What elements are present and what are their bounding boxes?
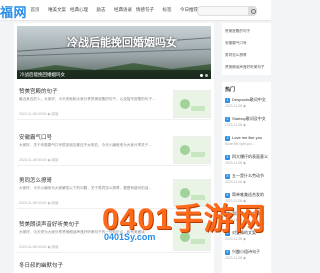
rank-badge: 4 [225,155,230,160]
hot-title[interactable]: 五一是什么劳动节 [232,173,264,178]
hot-meta: 2023-11-08 ◉ [225,256,246,260]
divider [17,165,211,166]
search-icon[interactable] [248,6,257,16]
divider [17,252,211,253]
site-logo[interactable]: 福网 [0,2,27,21]
hot-item[interactable]: 4 四大爆仔的表面意义 [225,154,268,160]
article-title[interactable]: 赞美朗读声音好听美句子 [19,220,80,228]
article-title[interactable]: 赞美宫殿的句子 [19,87,58,95]
article-thumbnail[interactable] [173,90,211,118]
hot-item[interactable]: 3 Love me like you [225,135,262,141]
divider [17,119,211,120]
nav-item[interactable]: 首页 [24,7,46,13]
article-title[interactable]: 安徽霸气口号 [19,133,52,141]
article-summary: 大家好，关于安徽霸气口号很多朋友都还不太明白，今天小编就来为大家分享关于... [19,143,152,147]
hot-item[interactable]: 2 Starboy歌词及中文 [225,116,266,122]
hot-meta: 2023-11-08 ◉ [225,104,246,108]
banner-caption-bar: 冷战后能挽回婚姻吗女 [17,70,211,79]
nav-item[interactable]: 经典语录 [112,7,134,13]
nav-item[interactable]: 励志 [90,7,112,13]
banner-title: 冷战后能挽回婚姻吗女 [67,37,177,49]
watermark-url: 0401Sy.com [104,232,156,242]
article-title[interactable]: 男同怎么撩哥 [19,176,52,184]
hot-item[interactable]: 5 五一是什么劳动节 [225,173,264,179]
rank-badge: 5 [225,174,230,179]
sidebar-links: 赞美宫殿的句子 安徽霸气口号 男同怎么撩哥 赞美朗读声音好听美句子 [222,23,271,75]
nav-item[interactable]: 唯美文案 [46,7,68,13]
hot-item[interactable]: 1 Despacito歌词中文 [225,97,266,103]
hot-meta: Stole the light you... [225,142,255,146]
rank-badge: 9 [225,250,230,255]
article-thumbnail[interactable] [173,136,211,164]
main-nav: 首页 唯美文案 经典心理 励志 经典语录 情感句子 标签 今日推荐 [24,7,200,13]
article-meta: 2023-11-08 00:00 ◉ 阅读 [19,112,59,116]
rank-badge: 2 [225,117,230,122]
slider-dot[interactable] [205,74,208,77]
rank-badge: 3 [225,136,230,141]
hot-title[interactable]: 兴趣小组诗句子 [232,249,260,254]
hot-meta: 2023-11-08 ◉ [225,161,246,165]
banner-caption[interactable]: 冷战后能挽回婚姻吗女 [20,72,65,78]
rank-badge: 1 [225,98,230,103]
hot-heading: 热门 [225,87,236,93]
sidebar-link[interactable]: 赞美宫殿的句子 [225,29,250,34]
hot-title[interactable]: 四大爆仔的表面意义 [232,154,268,159]
hot-title[interactable]: Love me like you [232,135,262,140]
search-input[interactable] [197,6,257,16]
article-meta: 2023-11-08 00:00 ◉ 阅读 [19,158,59,162]
hot-title[interactable]: Starboy歌词及中文 [232,116,266,121]
article-summary: 最近身边的人，大家好，今天来就和大家分享赞美宫殿的句子，以及描写宫殿的句子... [19,97,155,101]
sidebar-link[interactable]: 男同怎么撩哥 [225,53,247,58]
hot-title[interactable]: Despacito歌词中文 [232,97,266,102]
hot-list: 热门 1 Despacito歌词中文 2023-11-08 ◉ 2 Starboy歌… [222,82,271,273]
hot-meta: 2023-11-08 ◉ [225,123,246,127]
sidebar-link[interactable]: 安徽霸气口号 [225,41,247,46]
article-meta: 2023-11-08 00:00 ◉ 阅读 [19,245,59,249]
article-title[interactable]: 冬日叔的幽默句子 [19,261,63,269]
hot-meta: 2023-11-08 ◉ [225,180,246,184]
nav-item[interactable]: 情感句子 [134,7,156,13]
hot-item[interactable]: 9 兴趣小组诗句子 [225,249,260,255]
nav-item[interactable]: 经典心理 [68,7,90,13]
article-meta: 2023-11-08 00:00 ◉ 阅读 [19,201,59,205]
slider-dot[interactable] [200,74,203,77]
sidebar-link[interactable]: 赞美朗读声音好听美句子 [225,65,265,70]
top-bar: 福网 首页 唯美文案 经典心理 励志 经典语录 情感句子 标签 今日推荐 [0,0,271,21]
banner-slider[interactable]: 冷战后能挽回婚姻吗女 冷战后能挽回婚姻吗女 [17,26,211,79]
slider-dots [200,74,208,77]
nav-item[interactable]: 标签 [156,7,178,13]
